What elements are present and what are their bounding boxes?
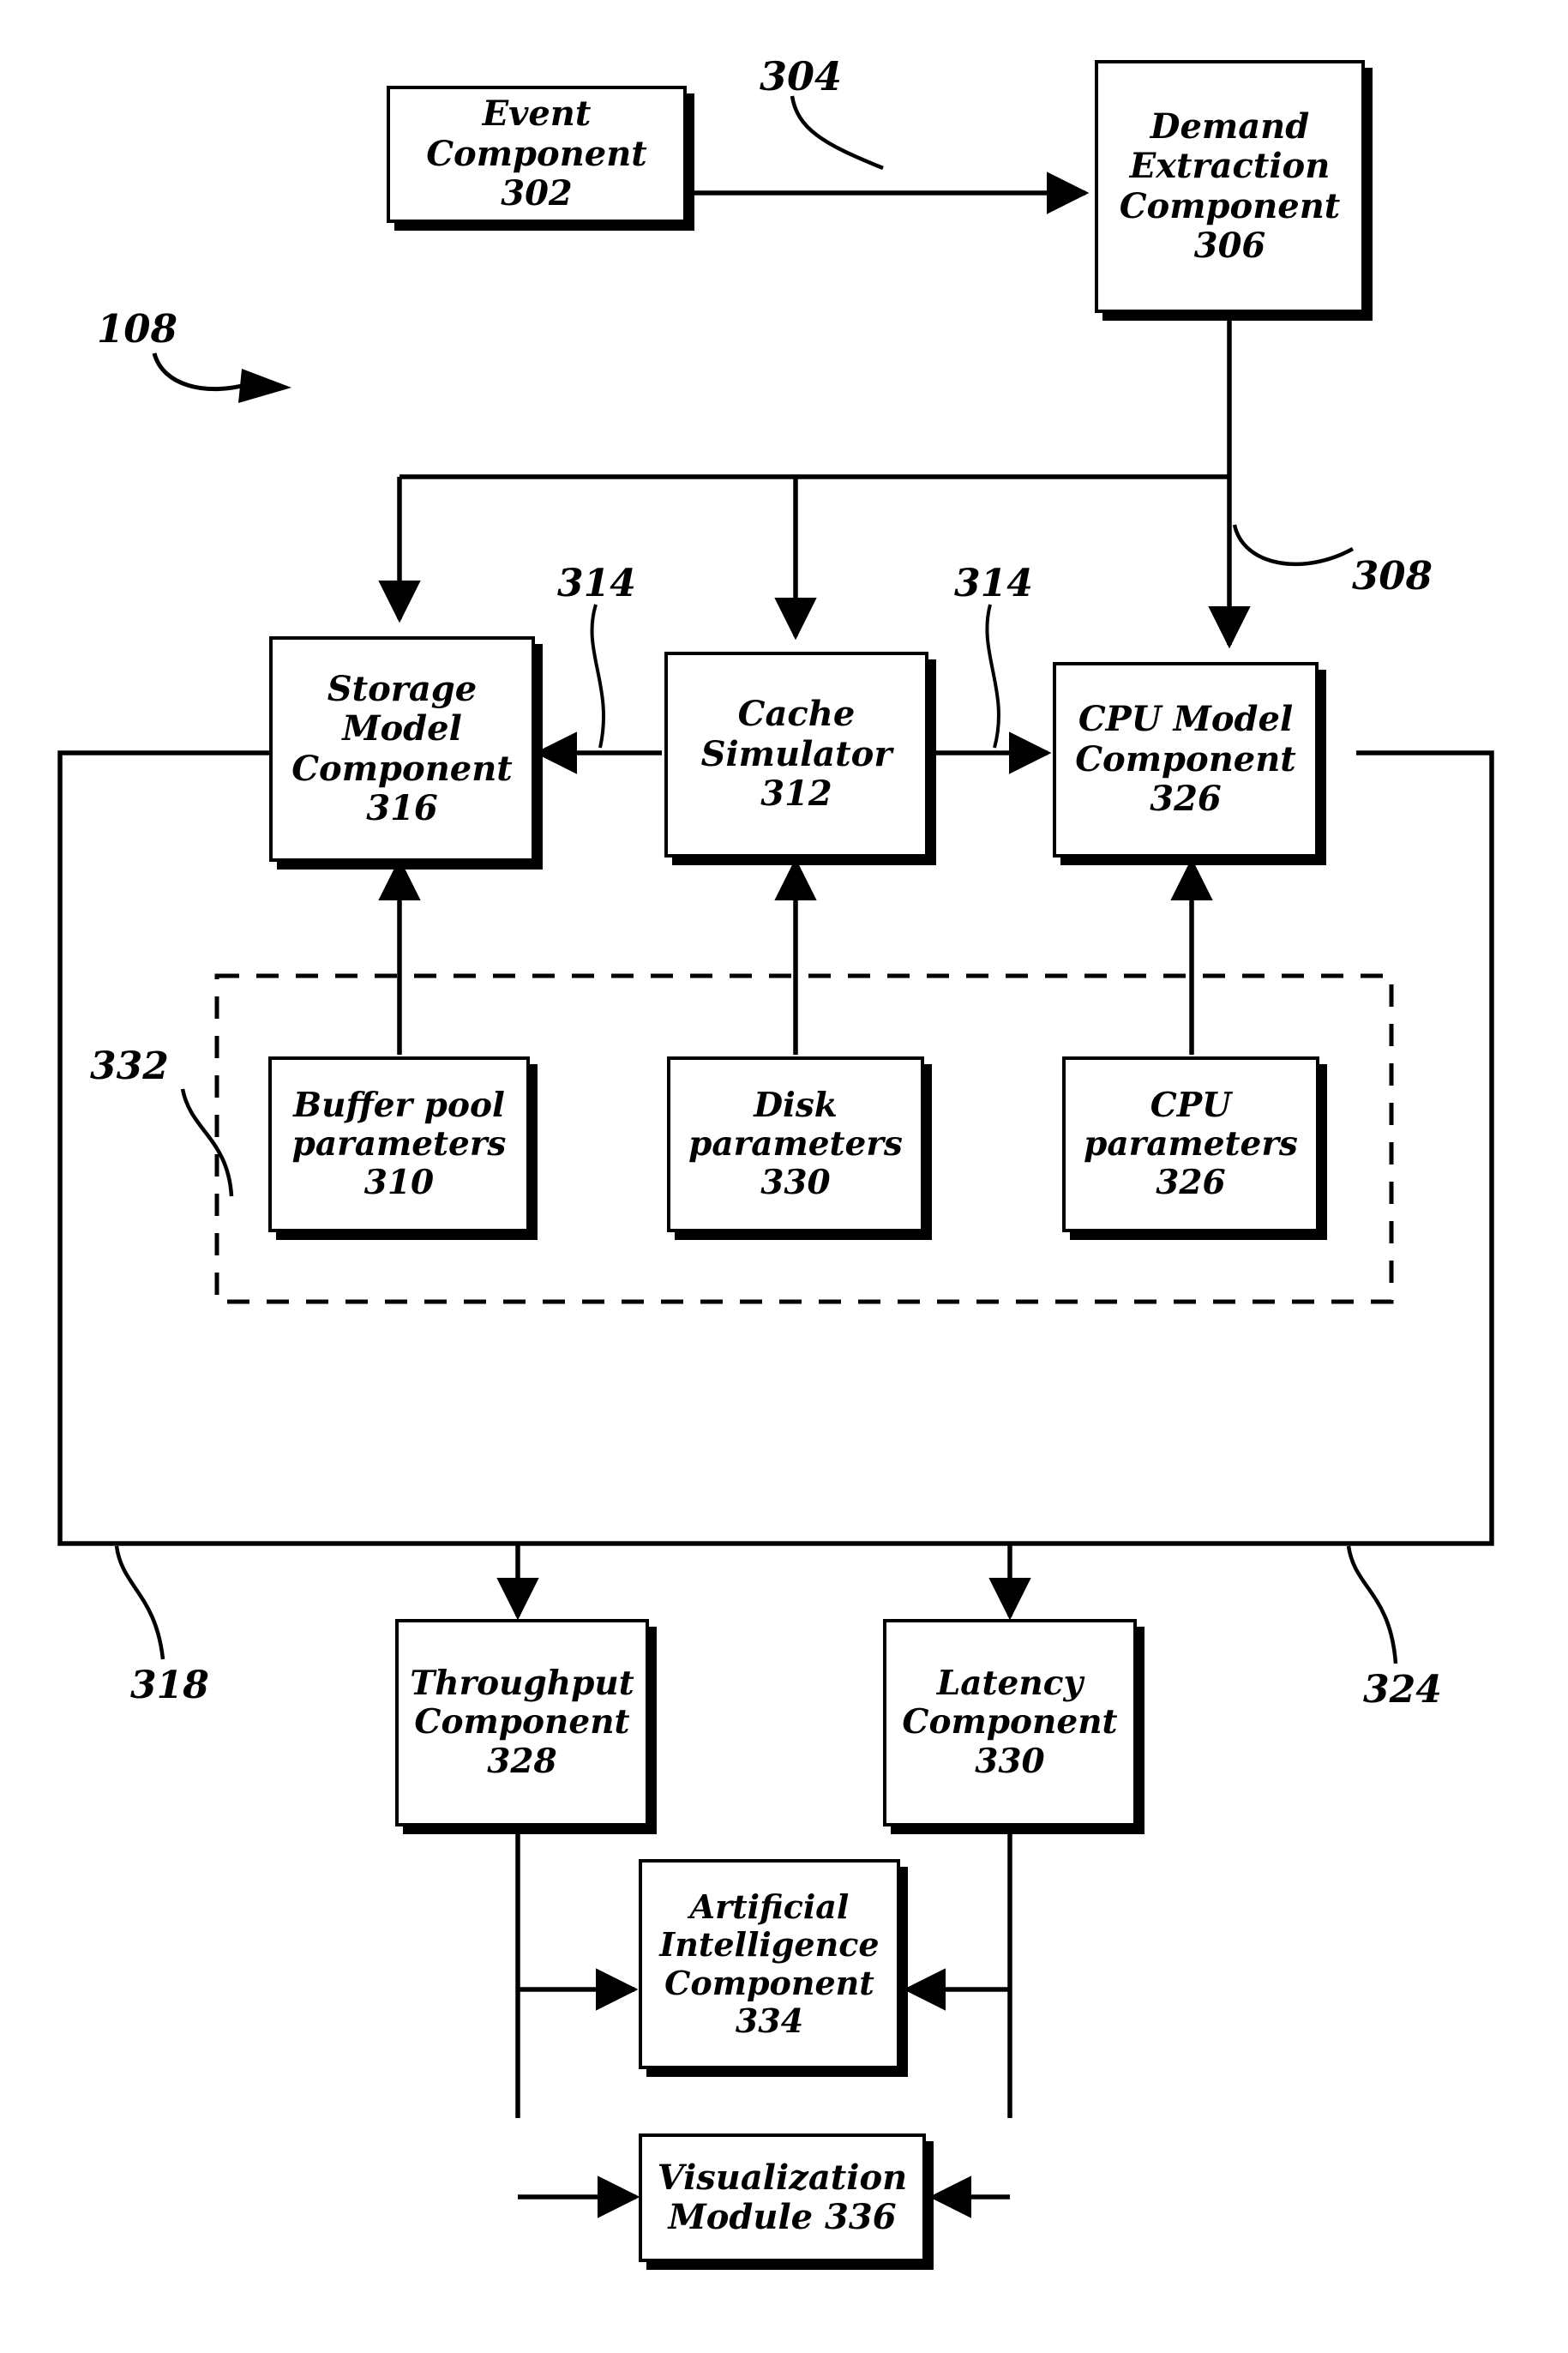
- node-line: 334: [735, 2001, 804, 2040]
- node-line: CPU: [1150, 1085, 1232, 1125]
- node-line: CPU Model: [1078, 699, 1294, 740]
- ref-label-314-left: 314: [557, 562, 636, 605]
- node-line: Extraction: [1129, 146, 1331, 187]
- node-line: 312: [760, 773, 832, 815]
- node-line: 330: [975, 1741, 1045, 1781]
- leader-332: [180, 1088, 234, 1197]
- node-line: Component: [414, 1702, 630, 1742]
- node-line: Module 336: [668, 2197, 897, 2237]
- ref-label-308: 308: [1352, 553, 1433, 599]
- patent-figure: Event Component 302 Demand Extraction Co…: [0, 0, 1568, 2353]
- node-line: 326: [1156, 1163, 1226, 1203]
- node-storage-model-component[interactable]: Storage Model Component 316: [269, 636, 535, 862]
- node-line: Buffer pool: [293, 1085, 505, 1125]
- leader-324: [1346, 1545, 1398, 1664]
- node-line: Component: [426, 133, 647, 174]
- node-line: 310: [363, 1163, 435, 1203]
- node-line: 328: [487, 1741, 557, 1781]
- node-throughput-component[interactable]: Throughput Component 328: [395, 1619, 649, 1826]
- ref-label-324: 324: [1363, 1668, 1442, 1712]
- node-line: Latency: [936, 1664, 1084, 1704]
- node-line: 326: [1150, 779, 1222, 820]
- node-artificial-intelligence-component[interactable]: Artificial Intelligence Component 334: [639, 1859, 900, 2069]
- node-line: Cache: [737, 694, 856, 735]
- node-line: Simulator: [700, 733, 892, 774]
- leader-318: [114, 1545, 165, 1660]
- node-cpu-parameters[interactable]: CPU parameters 326: [1062, 1056, 1319, 1232]
- arrowhead-108: [238, 369, 291, 403]
- node-demand-extraction-component[interactable]: Demand Extraction Component 306: [1095, 60, 1365, 313]
- node-event-component[interactable]: Event Component 302: [387, 86, 687, 223]
- node-line: Visualization: [657, 2157, 908, 2198]
- node-line: Artificial: [689, 1887, 850, 1927]
- ref-label-314-right: 314: [954, 562, 1033, 605]
- ref-label-108: 108: [97, 306, 177, 352]
- node-line: Component: [664, 1963, 874, 2002]
- node-latency-component[interactable]: Latency Component 330: [883, 1619, 1137, 1826]
- ref-label-318: 318: [130, 1664, 209, 1707]
- node-line: 306: [1193, 225, 1266, 266]
- leader-314-right: [985, 604, 1000, 749]
- node-line: Component: [1119, 185, 1341, 226]
- node-line: Event: [482, 93, 592, 135]
- node-line: Disk: [754, 1085, 838, 1125]
- leader-314-left: [590, 604, 605, 749]
- node-line: Storage: [327, 668, 478, 709]
- leader-308: [1232, 524, 1355, 567]
- ref-label-304: 304: [760, 53, 843, 99]
- node-line: 316: [366, 787, 438, 828]
- node-cache-simulator[interactable]: Cache Simulator 312: [664, 652, 928, 858]
- node-line: parameters: [291, 1123, 507, 1164]
- node-buffer-pool-parameters[interactable]: Buffer pool parameters 310: [268, 1056, 530, 1232]
- node-line: Component: [1075, 738, 1296, 779]
- node-line: 330: [760, 1163, 831, 1203]
- node-line: parameters: [1084, 1123, 1298, 1164]
- node-line: Throughput: [410, 1664, 634, 1704]
- node-line: Model: [342, 708, 462, 749]
- node-disk-parameters[interactable]: Disk parameters 330: [667, 1056, 924, 1232]
- node-line: Component: [291, 748, 513, 789]
- node-line: Demand: [1150, 105, 1310, 147]
- leader-304: [790, 95, 884, 171]
- node-line: Intelligence: [659, 1925, 880, 1965]
- node-visualization-module[interactable]: Visualization Module 336: [639, 2133, 926, 2262]
- node-cpu-model-component[interactable]: CPU Model Component 326: [1053, 662, 1319, 858]
- ref-label-332: 332: [90, 1044, 169, 1088]
- node-line: 302: [501, 173, 573, 214]
- node-line: Component: [902, 1702, 1118, 1742]
- node-line: parameters: [688, 1123, 903, 1164]
